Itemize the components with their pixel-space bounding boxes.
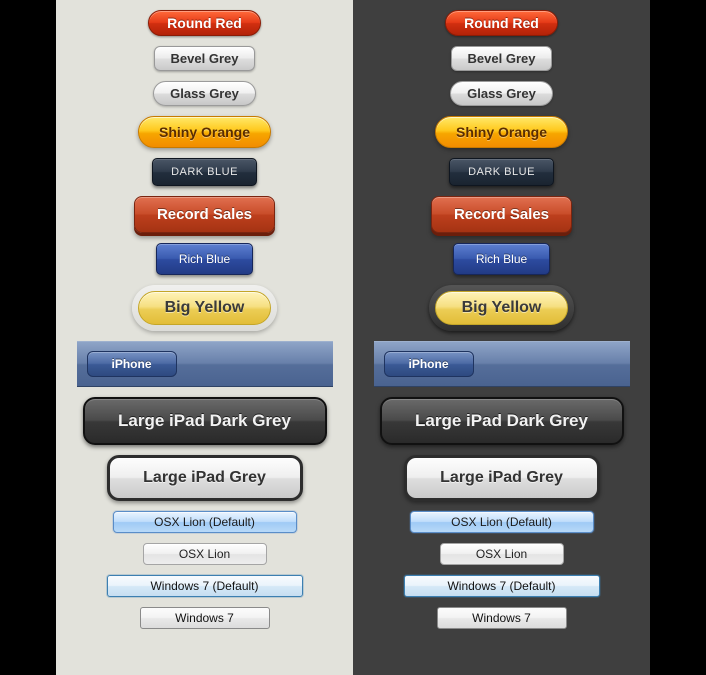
big-yellow-wrapper: Big Yellow bbox=[429, 285, 575, 331]
dark-blue-button[interactable]: DARK BLUE bbox=[449, 158, 554, 186]
iphone-button[interactable]: iPhone bbox=[384, 351, 474, 377]
osx-lion-default-button[interactable]: OSX Lion (Default) bbox=[410, 511, 594, 533]
rich-blue-button[interactable]: Rich Blue bbox=[156, 243, 253, 275]
osx-lion-default-button[interactable]: OSX Lion (Default) bbox=[113, 511, 297, 533]
iphone-toolbar: iPhone bbox=[374, 341, 630, 387]
big-yellow-button[interactable]: Big Yellow bbox=[435, 291, 569, 325]
big-yellow-button[interactable]: Big Yellow bbox=[138, 291, 272, 325]
big-yellow-wrapper: Big Yellow bbox=[132, 285, 278, 331]
round-red-button[interactable]: Round Red bbox=[148, 10, 261, 36]
osx-lion-button[interactable]: OSX Lion bbox=[143, 543, 267, 565]
windows-7-default-button[interactable]: Windows 7 (Default) bbox=[404, 575, 600, 597]
iphone-button[interactable]: iPhone bbox=[87, 351, 177, 377]
dark-blue-button[interactable]: DARK BLUE bbox=[152, 158, 257, 186]
glass-grey-button[interactable]: Glass Grey bbox=[153, 81, 256, 106]
osx-lion-button[interactable]: OSX Lion bbox=[440, 543, 564, 565]
windows-7-default-button[interactable]: Windows 7 (Default) bbox=[107, 575, 303, 597]
large-ipad-grey-button[interactable]: Large iPad Grey bbox=[107, 455, 303, 501]
shiny-orange-button[interactable]: Shiny Orange bbox=[138, 116, 271, 148]
windows-7-button[interactable]: Windows 7 bbox=[437, 607, 567, 629]
light-panel: Round Red Bevel Grey Glass Grey Shiny Or… bbox=[56, 0, 353, 675]
bevel-grey-button[interactable]: Bevel Grey bbox=[451, 46, 553, 71]
large-ipad-dark-grey-button[interactable]: Large iPad Dark Grey bbox=[83, 397, 327, 445]
demo-wrapper: Round Red Bevel Grey Glass Grey Shiny Or… bbox=[56, 0, 650, 675]
shiny-orange-button[interactable]: Shiny Orange bbox=[435, 116, 568, 148]
large-ipad-grey-button[interactable]: Large iPad Grey bbox=[404, 455, 600, 501]
large-ipad-dark-grey-button[interactable]: Large iPad Dark Grey bbox=[380, 397, 624, 445]
glass-grey-button[interactable]: Glass Grey bbox=[450, 81, 553, 106]
bevel-grey-button[interactable]: Bevel Grey bbox=[154, 46, 256, 71]
record-sales-button[interactable]: Record Sales bbox=[431, 196, 572, 233]
windows-7-button[interactable]: Windows 7 bbox=[140, 607, 270, 629]
round-red-button[interactable]: Round Red bbox=[445, 10, 558, 36]
record-sales-button[interactable]: Record Sales bbox=[134, 196, 275, 233]
dark-panel: Round Red Bevel Grey Glass Grey Shiny Or… bbox=[353, 0, 650, 675]
iphone-toolbar: iPhone bbox=[77, 341, 333, 387]
rich-blue-button[interactable]: Rich Blue bbox=[453, 243, 550, 275]
